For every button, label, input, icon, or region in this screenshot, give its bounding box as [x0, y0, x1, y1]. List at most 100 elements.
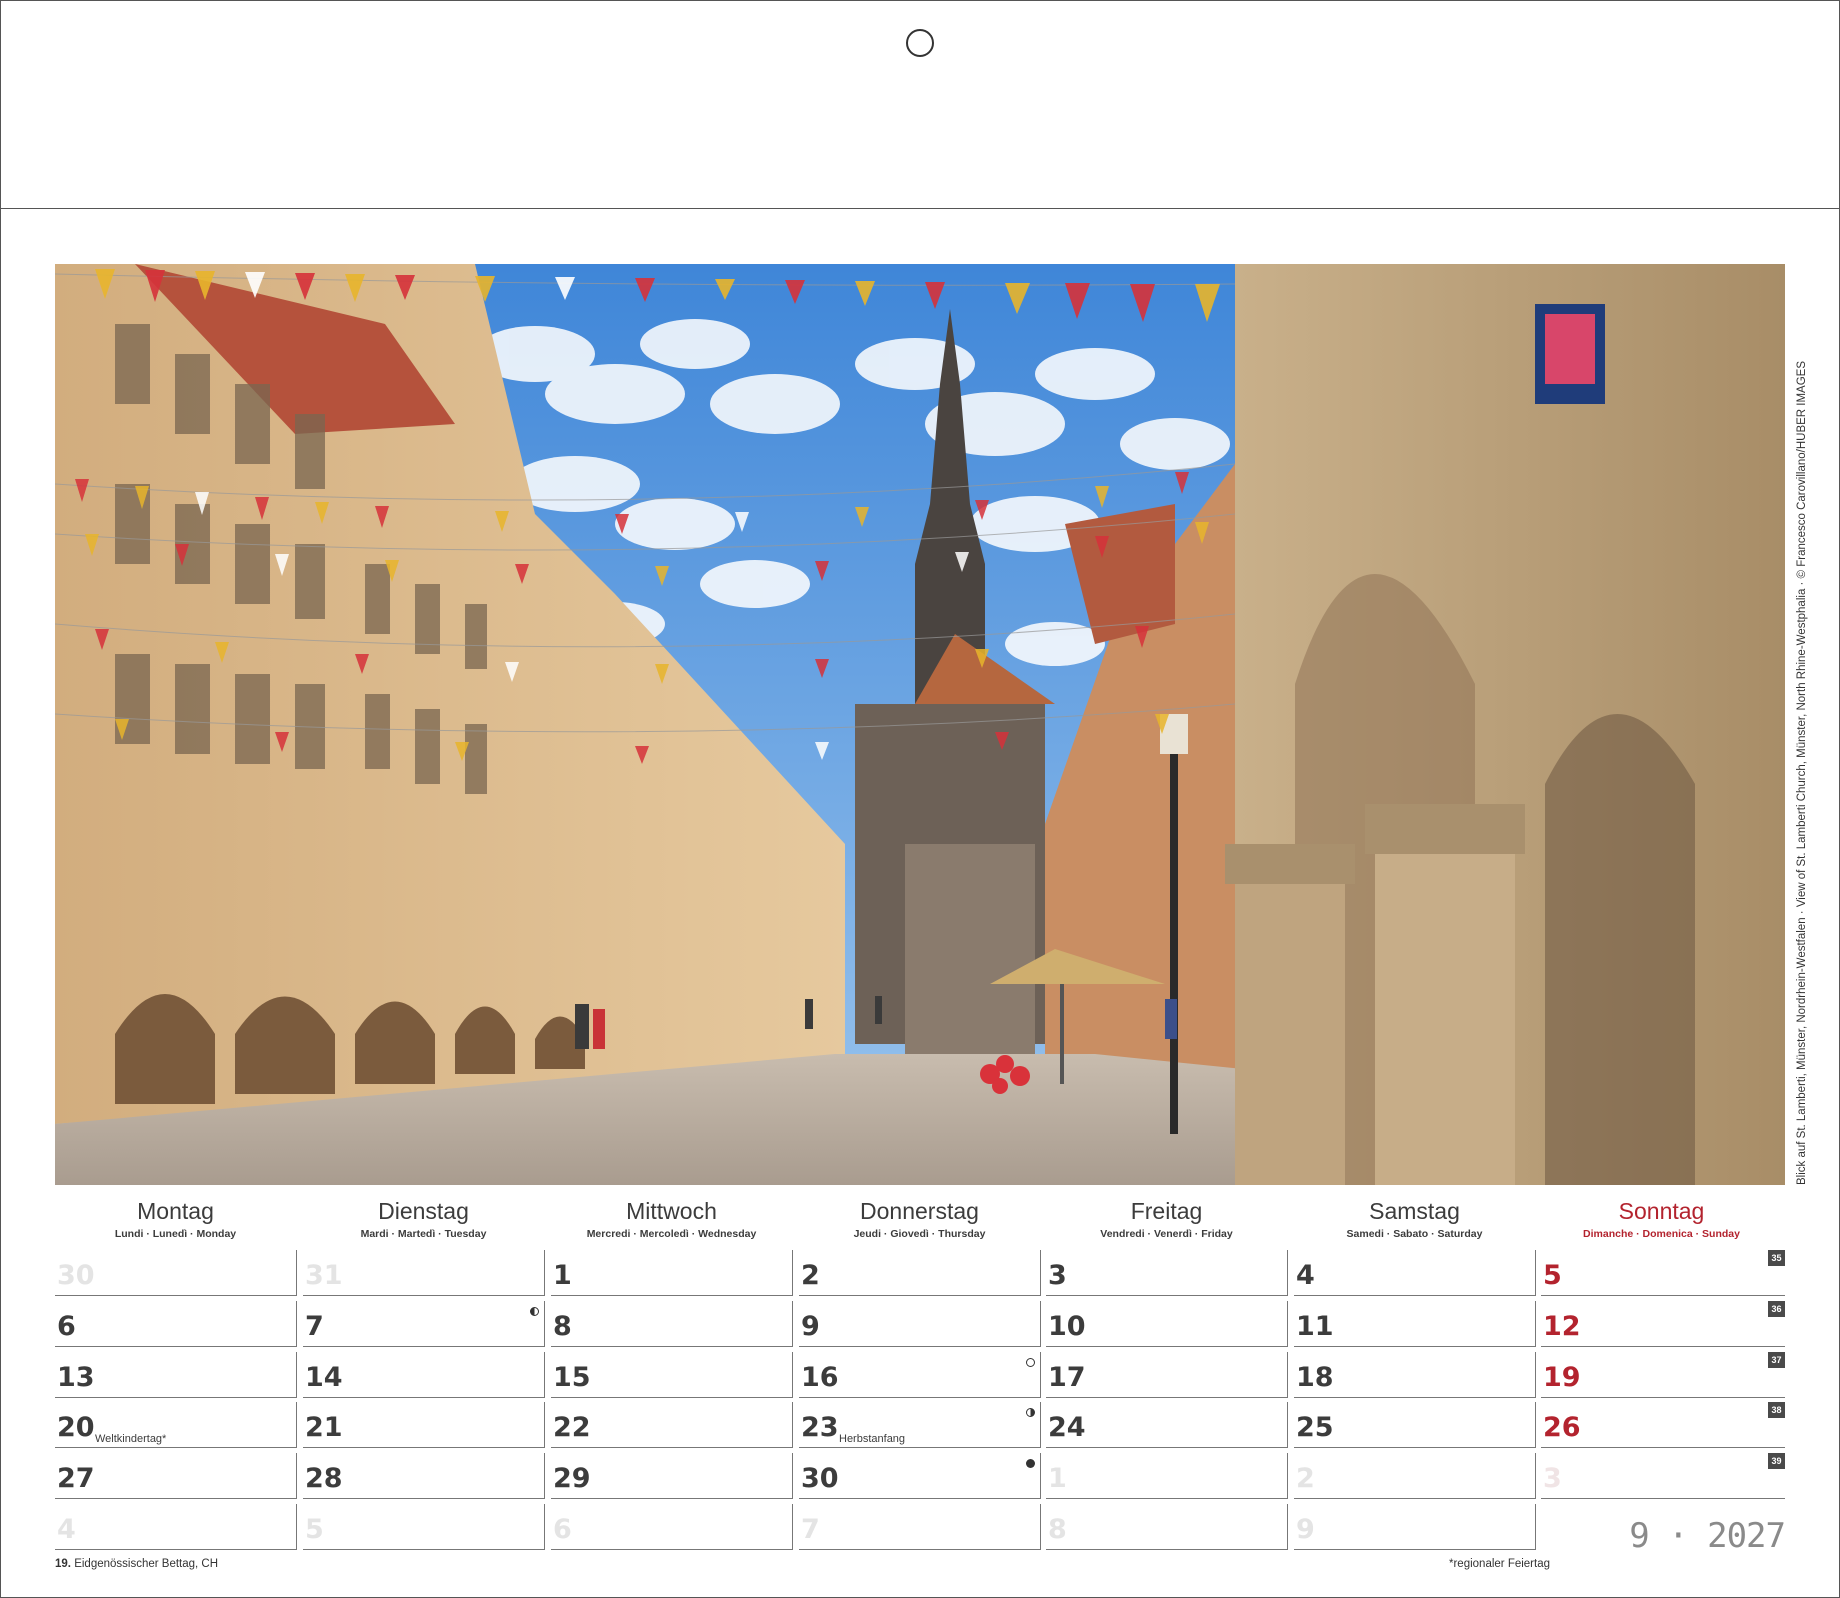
column-separator	[543, 1453, 545, 1499]
day-number: 25	[1296, 1412, 1334, 1443]
day-number: 2	[1296, 1463, 1315, 1494]
column-separator	[1286, 1402, 1288, 1448]
day-number: 1	[1048, 1463, 1067, 1494]
weekday-header-3: Mittwoch Mercredi · Mercoledì · Wednesday	[553, 1196, 790, 1240]
weekday-translations: Samedi · Sabato · Saturday	[1346, 1228, 1483, 1240]
column-separator	[295, 1301, 297, 1347]
day-cell: 30	[799, 1453, 1041, 1499]
column-separator	[1534, 1453, 1536, 1499]
column-separator	[791, 1301, 793, 1347]
holiday-note: Weltkindertag*	[95, 1433, 167, 1445]
column-separator	[791, 1453, 793, 1499]
day-cell: 4	[1294, 1250, 1536, 1296]
weekday-translations: Mercredi · Mercoledì · Wednesday	[586, 1228, 757, 1240]
day-cell: 9	[1294, 1504, 1536, 1550]
column-separator	[1534, 1352, 1536, 1398]
day-number: 7	[801, 1514, 820, 1545]
day-cell: 12 36	[1541, 1301, 1785, 1347]
column-separator	[543, 1352, 545, 1398]
day-number: 24	[1048, 1412, 1086, 1443]
column-separator	[791, 1250, 793, 1296]
day-number: 3	[1543, 1463, 1562, 1494]
week-number-badge: 38	[1768, 1402, 1785, 1418]
day-number: 7	[305, 1311, 324, 1342]
weekday-translations: Vendredi · Venerdì · Friday	[1100, 1228, 1233, 1240]
month-year-label: 9 · 2027	[1629, 1516, 1786, 1556]
weekday-translations: Lundi · Lunedì · Monday	[114, 1228, 237, 1240]
weekday-header-5: Freitag Vendredi · Venerdì · Friday	[1048, 1196, 1285, 1240]
day-cell: 26 38	[1541, 1402, 1785, 1448]
day-number: 2	[801, 1260, 820, 1291]
day-number: 4	[1296, 1260, 1315, 1291]
day-number: 30	[801, 1463, 839, 1494]
day-cell: 24	[1046, 1402, 1288, 1448]
day-number: 13	[57, 1362, 95, 1393]
day-number: 4	[57, 1514, 76, 1545]
day-number: 21	[305, 1412, 343, 1443]
day-cell: 25	[1294, 1402, 1536, 1448]
day-number: 8	[553, 1311, 572, 1342]
day-number: 23	[801, 1412, 839, 1443]
column-separator	[295, 1504, 297, 1550]
day-cell: 15	[551, 1352, 793, 1398]
day-cell: 4	[55, 1504, 297, 1550]
day-number: 27	[57, 1463, 95, 1494]
day-cell: 31	[303, 1250, 545, 1296]
column-separator	[543, 1301, 545, 1347]
day-number: 17	[1048, 1362, 1086, 1393]
day-number: 6	[57, 1311, 76, 1342]
day-cell: 2	[799, 1250, 1041, 1296]
day-cell: 6	[551, 1504, 793, 1550]
day-cell: 5	[303, 1504, 545, 1550]
holiday-footnote: 19. Eidgenössischer Bettag, CH	[55, 1558, 218, 1570]
column-separator	[1286, 1301, 1288, 1347]
column-separator	[1286, 1453, 1288, 1499]
day-number: 14	[305, 1362, 343, 1393]
full-moon-icon	[1026, 1358, 1035, 1367]
day-cell: 1	[1046, 1453, 1288, 1499]
column-separator	[543, 1250, 545, 1296]
column-separator	[295, 1402, 297, 1448]
day-number: 19	[1543, 1362, 1581, 1393]
column-separator	[1534, 1250, 1536, 1296]
column-separator	[1039, 1301, 1041, 1347]
day-cell: 7	[799, 1504, 1041, 1550]
calendar-photo	[55, 264, 1785, 1185]
column-separator	[295, 1250, 297, 1296]
weekday-header-4: Donnerstag Jeudi · Giovedì · Thursday	[801, 1196, 1038, 1240]
column-separator	[1039, 1453, 1041, 1499]
weekday-header-1: Montag Lundi · Lunedì · Monday	[57, 1196, 294, 1240]
weekday-translations: Mardi · Martedì · Tuesday	[360, 1228, 487, 1240]
day-cell: 9	[799, 1301, 1041, 1347]
day-cell: 17	[1046, 1352, 1288, 1398]
day-cell: 8	[551, 1301, 793, 1347]
day-number: 10	[1048, 1311, 1086, 1342]
day-cell: 30	[55, 1250, 297, 1296]
day-number: 20	[57, 1412, 95, 1443]
week-number-badge: 36	[1768, 1301, 1785, 1317]
weekday-name: Dienstag	[378, 1198, 469, 1224]
day-number: 1	[553, 1260, 572, 1291]
day-cell: 13	[55, 1352, 297, 1398]
column-separator	[1534, 1402, 1536, 1448]
day-number: 12	[1543, 1311, 1581, 1342]
column-separator	[1039, 1250, 1041, 1296]
day-number: 15	[553, 1362, 591, 1393]
new-moon-icon	[1026, 1459, 1035, 1468]
day-number: 30	[57, 1260, 95, 1291]
day-number: 9	[1296, 1514, 1315, 1545]
last-quarter-icon	[530, 1307, 539, 1316]
day-cell: 3	[1046, 1250, 1288, 1296]
day-cell: 19 37	[1541, 1352, 1785, 1398]
day-number: 3	[1048, 1260, 1067, 1291]
regional-holiday-footnote: *regionaler Feiertag	[1449, 1558, 1551, 1570]
day-cell: 18	[1294, 1352, 1536, 1398]
season-note: Herbstanfang	[839, 1433, 906, 1445]
day-number: 18	[1296, 1362, 1334, 1393]
weekday-header-6: Samstag Samedi · Sabato · Saturday	[1296, 1196, 1533, 1240]
day-cell: 5 35	[1541, 1250, 1785, 1296]
column-separator	[791, 1504, 793, 1550]
day-cell: 10	[1046, 1301, 1288, 1347]
photo-credit: Blick auf St. Lamberti, Münster, Nordrhe…	[1796, 360, 1808, 1185]
column-separator	[1039, 1402, 1041, 1448]
